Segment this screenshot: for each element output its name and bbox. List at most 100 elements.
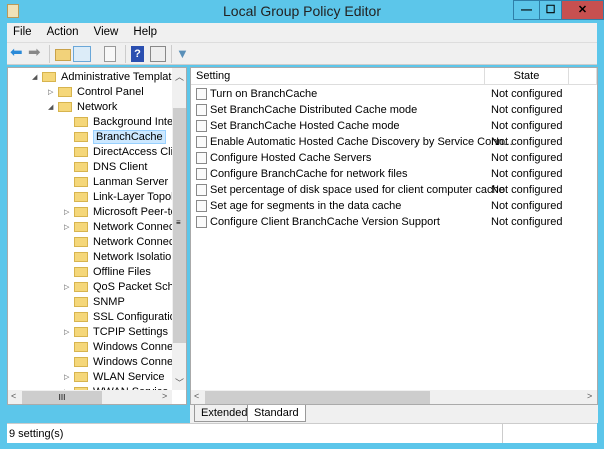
- tab-extended[interactable]: Extended: [194, 405, 255, 422]
- tree-item[interactable]: DirectAccess Clien: [64, 144, 172, 159]
- tree-vertical-scrollbar[interactable]: ︿ ≡ ﹀: [172, 68, 186, 390]
- back-icon[interactable]: ⬅: [10, 45, 26, 62]
- folder-icon: [42, 71, 56, 82]
- setting-state: Not configured: [491, 136, 563, 148]
- scroll-thumb[interactable]: ≡: [173, 108, 186, 343]
- help-icon[interactable]: ?: [131, 46, 144, 62]
- tree-item[interactable]: ◢ Network: [48, 99, 117, 114]
- folder-icon: [58, 101, 72, 112]
- forward-icon[interactable]: ➡: [28, 45, 44, 62]
- show-action-pane-icon[interactable]: [150, 46, 166, 62]
- folder-icon: [74, 341, 88, 352]
- expander-icon[interactable]: ▷: [64, 328, 74, 336]
- tree-item[interactable]: DNS Client: [64, 159, 147, 174]
- folder-icon: [58, 86, 72, 97]
- table-row[interactable]: Configure Hosted Cache Servers Not config…: [191, 150, 597, 166]
- column-header-blank: [569, 68, 597, 85]
- expander-icon[interactable]: ▷: [64, 373, 74, 381]
- tree-item-label: Link-Layer Topolo: [93, 190, 172, 203]
- navigation-tree: ◢ Administrative Templates ▷ Control Panel ◢…: [8, 68, 172, 390]
- policy-setting-icon: [196, 184, 207, 196]
- tree-item[interactable]: SSL Configuration: [64, 309, 172, 324]
- expander-icon[interactable]: ▷: [64, 223, 74, 231]
- table-row[interactable]: Set BranchCache Distributed Cache mode No…: [191, 102, 597, 118]
- folder-icon: [74, 146, 88, 157]
- up-folder-icon[interactable]: [55, 49, 71, 61]
- tree-item-label: DNS Client: [93, 160, 148, 173]
- expander-icon[interactable]: ▷: [64, 208, 74, 216]
- tree-item-label: Windows Connect: [93, 355, 172, 368]
- policy-setting-icon: [196, 168, 207, 180]
- table-row[interactable]: Turn on BranchCache Not configured: [191, 86, 597, 102]
- tree-horizontal-scrollbar[interactable]: < III >: [8, 390, 172, 404]
- table-row[interactable]: Enable Automatic Hosted Cache Discovery …: [191, 134, 597, 150]
- table-row[interactable]: Configure BranchCache for network files N…: [191, 166, 597, 182]
- tree-item[interactable]: Network Isolation: [64, 249, 172, 264]
- setting-state: Not configured: [491, 120, 563, 132]
- tab-standard[interactable]: Standard: [247, 405, 306, 422]
- setting-name: Turn on BranchCache: [210, 88, 318, 100]
- tree-item[interactable]: Network Connecti: [64, 234, 172, 249]
- tree-item[interactable]: ◢ Administrative Templates: [32, 69, 172, 84]
- table-row[interactable]: Set age for segments in the data cache No…: [191, 198, 597, 214]
- title-bar: Local Group Policy Editor — ☐ ✕: [0, 0, 604, 23]
- tree-item-label: Background Intelli: [93, 115, 172, 128]
- tree-item[interactable]: BranchCache: [64, 129, 166, 144]
- tree-item[interactable]: Lanman Server: [64, 174, 168, 189]
- folder-icon: [74, 176, 88, 187]
- menu-help[interactable]: Help: [127, 23, 163, 41]
- export-list-icon[interactable]: [104, 46, 116, 62]
- show-hide-tree-icon[interactable]: [73, 46, 91, 62]
- tree-item[interactable]: ▷ WLAN Service: [64, 369, 165, 384]
- tree-item[interactable]: Windows Connect: [64, 339, 172, 354]
- column-header-state[interactable]: State: [485, 68, 569, 85]
- tree-item-label: TCPIP Settings: [93, 325, 168, 338]
- setting-name: Set percentage of disk space used for cl…: [210, 184, 505, 196]
- maximize-button[interactable]: ☐: [539, 0, 562, 20]
- tree-item-label: Control Panel: [77, 85, 144, 98]
- column-header-setting[interactable]: Setting: [191, 68, 485, 85]
- scroll-thumb[interactable]: [205, 391, 430, 404]
- table-row[interactable]: Set percentage of disk space used for cl…: [191, 182, 597, 198]
- tree-item[interactable]: SNMP: [64, 294, 125, 309]
- filter-icon[interactable]: ▼: [176, 46, 192, 62]
- menu-view[interactable]: View: [88, 23, 125, 41]
- settings-list-pane: Setting State Turn on BranchCache Not con…: [190, 67, 598, 405]
- setting-name: Configure BranchCache for network files: [210, 168, 408, 180]
- folder-icon: [74, 326, 88, 337]
- scroll-thumb[interactable]: III: [22, 391, 102, 404]
- expander-icon[interactable]: ▷: [64, 283, 74, 291]
- expander-icon[interactable]: ◢: [48, 103, 58, 111]
- tree-item[interactable]: ▷ Control Panel: [48, 84, 144, 99]
- view-tabs: Extended Standard: [190, 405, 598, 423]
- close-button[interactable]: ✕: [561, 0, 604, 20]
- table-row[interactable]: Set BranchCache Hosted Cache mode Not con…: [191, 118, 597, 134]
- tree-item[interactable]: Windows Connect: [64, 354, 172, 369]
- tree-item-label: WLAN Service: [93, 370, 165, 383]
- setting-name: Set BranchCache Hosted Cache mode: [210, 120, 400, 132]
- expander-icon[interactable]: ◢: [32, 73, 42, 81]
- setting-state: Not configured: [491, 184, 563, 196]
- tree-item-label: Network Connecti: [93, 220, 172, 233]
- menu-file[interactable]: File: [7, 23, 38, 41]
- folder-icon: [74, 116, 88, 127]
- tree-item[interactable]: ▷ Microsoft Peer-to-: [64, 204, 172, 219]
- tree-item[interactable]: ▷ Network Connecti: [64, 219, 172, 234]
- tree-item[interactable]: ▷ TCPIP Settings: [64, 324, 168, 339]
- policy-setting-icon: [196, 104, 207, 116]
- folder-icon: [74, 356, 88, 367]
- table-row[interactable]: Configure Client BranchCache Version Sup…: [191, 214, 597, 230]
- setting-state: Not configured: [491, 168, 563, 180]
- menu-action[interactable]: Action: [41, 23, 85, 41]
- tree-item[interactable]: Link-Layer Topolo: [64, 189, 172, 204]
- tree-item[interactable]: ▷ QoS Packet Sched: [64, 279, 172, 294]
- tree-item[interactable]: Offline Files: [64, 264, 151, 279]
- menu-bar: File Action View Help: [7, 23, 597, 43]
- tree-item-label: Network: [77, 100, 118, 113]
- expander-icon[interactable]: ▷: [48, 88, 58, 96]
- list-horizontal-scrollbar[interactable]: < >: [191, 390, 597, 404]
- tree-item[interactable]: Background Intelli: [64, 114, 172, 129]
- folder-icon: [74, 266, 88, 277]
- minimize-button[interactable]: —: [513, 0, 540, 20]
- tree-item-label: Network Connecti: [93, 235, 172, 248]
